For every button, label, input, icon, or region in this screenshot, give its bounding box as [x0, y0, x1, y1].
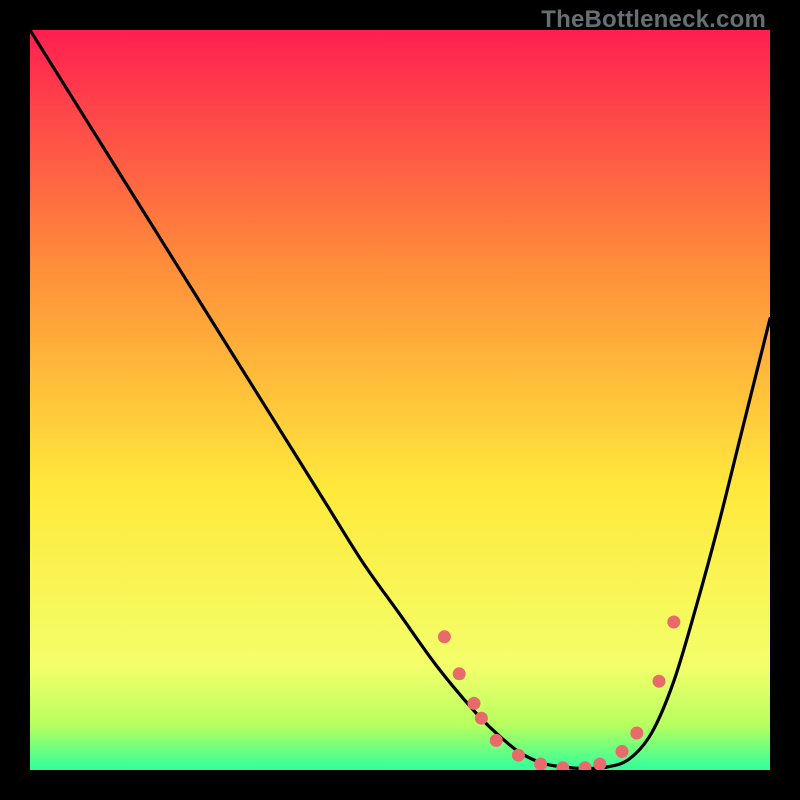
data-point [630, 727, 643, 740]
outer-frame: TheBottleneck.com [0, 0, 800, 800]
data-point [512, 749, 525, 762]
data-point [667, 616, 680, 629]
data-point [475, 712, 488, 725]
watermark-text: TheBottleneck.com [541, 6, 766, 34]
data-point [616, 745, 629, 758]
data-point [653, 675, 666, 688]
data-point [534, 758, 547, 770]
data-point [453, 667, 466, 680]
bottleneck-curve [30, 30, 770, 769]
data-point [593, 758, 606, 770]
data-point [556, 761, 569, 770]
plot-area [30, 30, 770, 770]
chart-svg [30, 30, 770, 770]
data-point [579, 761, 592, 770]
data-point [438, 630, 451, 643]
data-point [468, 697, 481, 710]
data-point [490, 734, 503, 747]
